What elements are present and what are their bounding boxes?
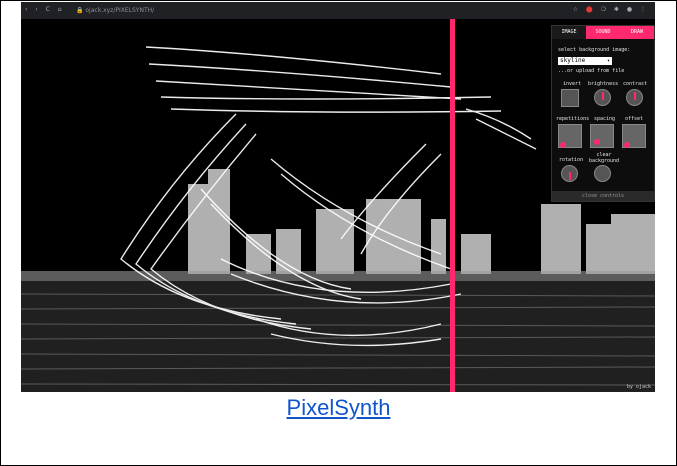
label-spacing: spacing (594, 116, 616, 122)
background-select[interactable]: skyline ▾ (558, 57, 612, 65)
clear-background-button[interactable] (594, 165, 611, 182)
repetitions-pad[interactable] (558, 124, 582, 148)
menu-icon[interactable]: ⋮ (640, 6, 649, 13)
label-rotation: rotation (559, 157, 584, 163)
invert-toggle[interactable] (561, 89, 579, 107)
controls-panel: IMAGE SOUND DRAW select background image… (551, 25, 655, 202)
extension-icon-2[interactable]: ❍ (601, 6, 609, 13)
browser-toolbar: ‹ › C ⌂ 🔒 ojack.xyz/PIXELSYNTH/ ☆ ⬤ ❍ ✱ … (21, 2, 655, 19)
select-value: skyline (560, 57, 586, 64)
brightness-knob[interactable] (594, 89, 611, 106)
avatar[interactable]: ● (627, 6, 635, 13)
spacing-pad[interactable] (590, 124, 614, 148)
close-controls-button[interactable]: close controls (552, 191, 654, 201)
label-repetitions: repetitions (556, 116, 590, 122)
extension-icon[interactable]: ⬤ (586, 6, 596, 13)
credit-label: by ojack (626, 384, 651, 390)
toolbar-icons[interactable]: ☆ ⬤ ❍ ✱ ● ⋮ (573, 6, 649, 13)
panel-tabs: IMAGE SOUND DRAW (552, 26, 654, 39)
browser-nav-icons[interactable]: ‹ › C ⌂ (25, 6, 65, 13)
puzzle-icon[interactable]: ✱ (614, 6, 622, 13)
label-invert: invert (563, 81, 582, 87)
contrast-knob[interactable] (626, 89, 643, 106)
offset-pad[interactable] (622, 124, 646, 148)
tab-draw[interactable]: DRAW (620, 26, 654, 39)
address-bar[interactable]: 🔒 ojack.xyz/PIXELSYNTH/ (76, 7, 154, 14)
tab-sound[interactable]: SOUND (586, 26, 620, 39)
label-contrast: contrast (623, 81, 648, 87)
label-offset: offset (625, 116, 644, 122)
star-icon[interactable]: ☆ (573, 6, 581, 13)
chevron-down-icon: ▾ (606, 58, 610, 64)
caption-link[interactable]: PixelSynth (0, 395, 677, 421)
label-clear-background: clear background (588, 152, 620, 164)
upload-link[interactable]: ...or upload from file (558, 68, 624, 74)
playhead-line (450, 19, 455, 392)
select-label: select background image: (558, 47, 631, 53)
rotation-knob[interactable] (561, 165, 578, 182)
app-screenshot: ‹ › C ⌂ 🔒 ojack.xyz/PIXELSYNTH/ ☆ ⬤ ❍ ✱ … (21, 2, 655, 392)
label-brightness: brightness (588, 81, 619, 87)
tab-image[interactable]: IMAGE (552, 26, 586, 39)
